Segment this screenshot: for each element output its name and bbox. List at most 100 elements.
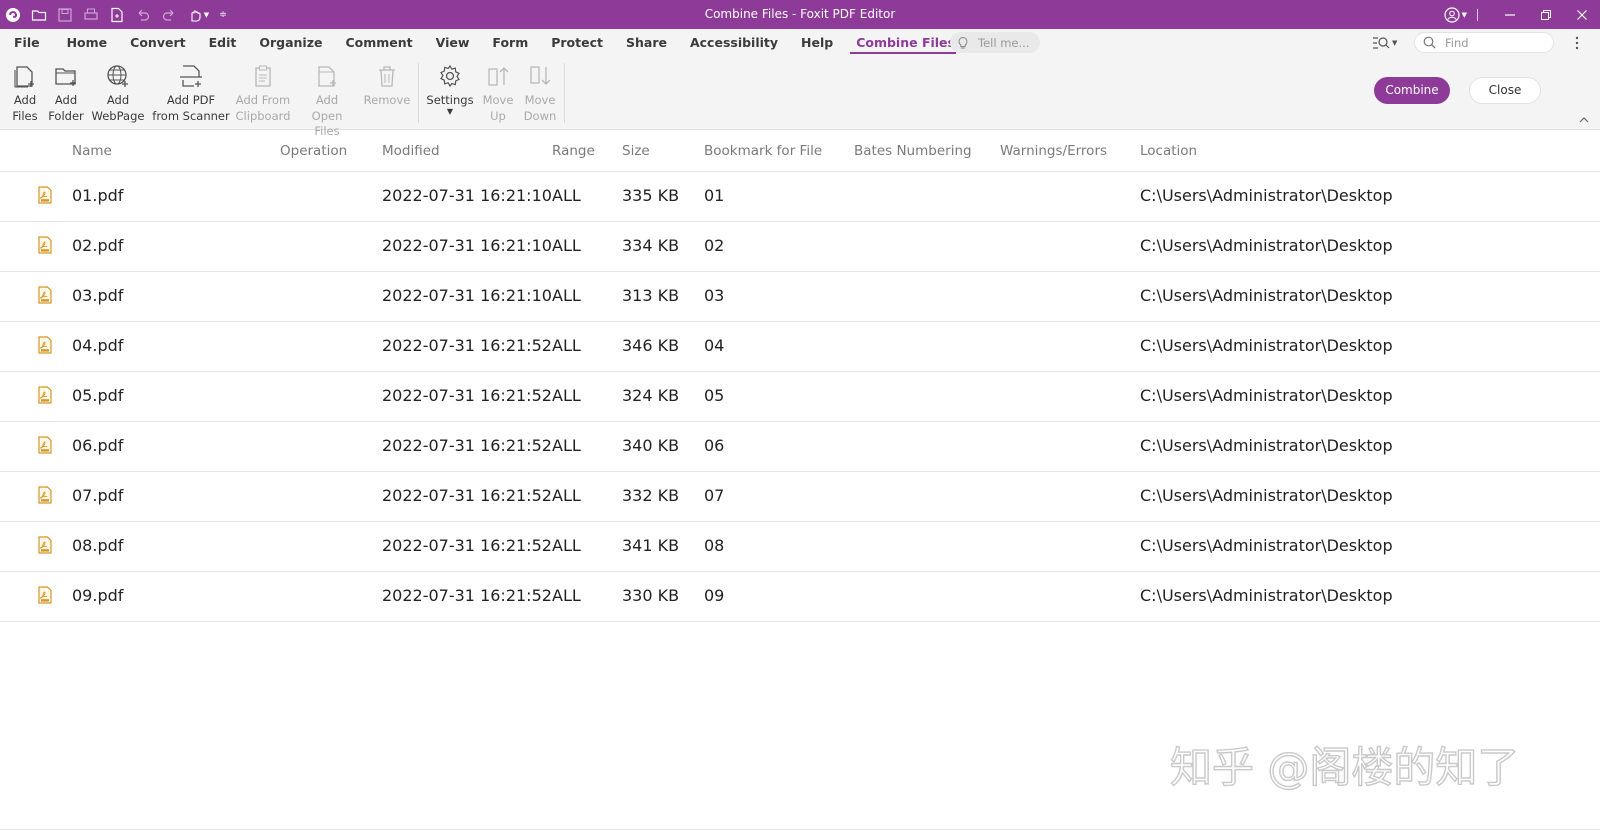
remove-button[interactable]: Remove [362, 61, 412, 109]
tab-file[interactable]: File [5, 29, 49, 57]
file-range[interactable]: ALL [552, 436, 581, 455]
file-location: C:\Users\Administrator\Desktop [1140, 186, 1393, 205]
file-bookmark[interactable]: 04 [704, 336, 724, 355]
table-row[interactable]: 06.pdf 2022-07-31 16:21:52 ALL 340 KB 06 C:\U… [0, 422, 1600, 472]
column-header-operation[interactable]: Operation [280, 143, 347, 159]
file-range[interactable]: ALL [552, 586, 581, 605]
file-bookmark[interactable]: 02 [704, 236, 724, 255]
tab-accessibility[interactable]: Accessibility [676, 29, 787, 57]
file-modified: 2022-07-31 16:21:52 [382, 586, 552, 605]
open-folder-icon[interactable] [26, 0, 52, 29]
column-header-bates[interactable]: Bates Numbering [854, 143, 972, 159]
tab-protect[interactable]: Protect [537, 29, 612, 57]
clipboard-icon [249, 61, 277, 91]
move-down-button[interactable]: Move Down [520, 61, 560, 124]
customize-qa-icon[interactable]: ≑ [214, 0, 232, 29]
file-bookmark[interactable]: 03 [704, 286, 724, 305]
add-clipboard-label-2: Clipboard [235, 108, 291, 123]
table-row[interactable]: 04.pdf 2022-07-31 16:21:52 ALL 346 KB 04 C:\U… [0, 322, 1600, 372]
file-name: 09.pdf [72, 586, 124, 605]
file-location: C:\Users\Administrator\Desktop [1140, 436, 1393, 455]
file-range[interactable]: ALL [552, 386, 581, 405]
add-files-button[interactable]: Add Files [8, 61, 42, 124]
tab-combine-files[interactable]: Combine Files [842, 29, 964, 57]
column-header-name[interactable]: Name [72, 143, 112, 159]
tab-comment[interactable]: Comment [331, 29, 421, 57]
table-row[interactable]: 08.pdf 2022-07-31 16:21:52 ALL 341 KB 08 C:\U… [0, 522, 1600, 572]
table-row[interactable]: 07.pdf 2022-07-31 16:21:52 ALL 332 KB 07 C:\U… [0, 472, 1600, 522]
tab-view[interactable]: View [422, 29, 479, 57]
file-size: 324 KB [622, 386, 680, 405]
settings-button[interactable]: Settings ▼ [424, 61, 476, 115]
combine-button[interactable]: Combine [1374, 77, 1450, 104]
file-modified: 2022-07-31 16:21:52 [382, 386, 552, 405]
settings-dropdown-icon: ▼ [446, 106, 454, 116]
file-name: 06.pdf [72, 436, 124, 455]
file-bookmark[interactable]: 01 [704, 186, 724, 205]
tab-form[interactable]: Form [478, 29, 537, 57]
file-range[interactable]: ALL [552, 236, 581, 255]
file-bookmark[interactable]: 05 [704, 386, 724, 405]
more-options-icon[interactable] [1570, 34, 1584, 52]
minimize-icon[interactable] [1492, 0, 1528, 29]
close-icon[interactable] [1564, 0, 1600, 29]
undo-icon[interactable] [130, 0, 156, 29]
pdf-file-icon [38, 236, 52, 254]
tab-home[interactable]: Home [49, 29, 117, 57]
file-bookmark[interactable]: 08 [704, 536, 724, 555]
file-bookmark[interactable]: 07 [704, 486, 724, 505]
column-header-bookmark[interactable]: Bookmark for File [704, 143, 822, 159]
file-location: C:\Users\Administrator\Desktop [1140, 486, 1393, 505]
collapse-ribbon-icon[interactable] [1577, 114, 1591, 126]
read-mode-icon[interactable]: ▼ [1372, 34, 1397, 52]
file-bookmark[interactable]: 06 [704, 436, 724, 455]
move-up-button[interactable]: Move Up [480, 61, 516, 124]
scanner-icon [177, 61, 205, 91]
ribbon-separator-2 [564, 63, 565, 123]
file-bookmark[interactable]: 09 [704, 586, 724, 605]
table-row[interactable]: 02.pdf 2022-07-31 16:21:10 ALL 334 KB 02 C:\U… [0, 222, 1600, 272]
new-pdf-icon[interactable] [104, 0, 130, 29]
pdf-file-icon [38, 536, 52, 554]
table-body: 01.pdf 2022-07-31 16:21:10 ALL 335 KB 01 C:\U… [0, 172, 1600, 622]
column-header-location[interactable]: Location [1140, 143, 1197, 159]
column-header-modified[interactable]: Modified [382, 143, 440, 159]
print-icon[interactable] [78, 0, 104, 29]
file-range[interactable]: ALL [552, 486, 581, 505]
restore-icon[interactable] [1528, 0, 1564, 29]
file-range[interactable]: ALL [552, 286, 581, 305]
file-location: C:\Users\Administrator\Desktop [1140, 236, 1393, 255]
tab-organize[interactable]: Organize [245, 29, 331, 57]
file-size: 346 KB [622, 336, 680, 355]
tab-help[interactable]: Help [787, 29, 842, 57]
table-row[interactable]: 01.pdf 2022-07-31 16:21:10 ALL 335 KB 01 C:\U… [0, 172, 1600, 222]
account-icon[interactable]: ▼ [1444, 6, 1467, 23]
foxit-logo-icon[interactable] [0, 0, 26, 29]
add-folder-button[interactable]: Add Folder [48, 61, 84, 124]
table-row[interactable]: 09.pdf 2022-07-31 16:21:52 ALL 330 KB 09 C:\U… [0, 572, 1600, 622]
add-webpage-button[interactable]: Add WebPage [90, 61, 146, 124]
tab-share[interactable]: Share [612, 29, 676, 57]
tab-edit[interactable]: Edit [195, 29, 246, 57]
find-input[interactable]: Find [1414, 32, 1554, 53]
file-modified: 2022-07-31 16:21:52 [382, 436, 552, 455]
file-range[interactable]: ALL [552, 536, 581, 555]
table-row[interactable]: 03.pdf 2022-07-31 16:21:10 ALL 313 KB 03 C:\U… [0, 272, 1600, 322]
tell-me-search[interactable]: Tell me... [950, 32, 1040, 53]
file-range[interactable]: ALL [552, 186, 581, 205]
tab-convert[interactable]: Convert [116, 29, 194, 57]
add-pdf-from-scanner-button[interactable]: Add PDF from Scanner [152, 61, 230, 124]
add-from-clipboard-button[interactable]: Add From Clipboard [234, 61, 292, 124]
lightbulb-icon [958, 36, 968, 48]
hand-tool-icon[interactable]: ▼ [182, 0, 214, 29]
file-location: C:\Users\Administrator\Desktop [1140, 586, 1393, 605]
redo-icon[interactable] [156, 0, 182, 29]
column-header-warnings[interactable]: Warnings/Errors [1000, 143, 1107, 159]
column-header-range[interactable]: Range [552, 143, 595, 159]
file-range[interactable]: ALL [552, 336, 581, 355]
add-open-files-button[interactable]: Add Open Files [298, 61, 356, 140]
table-row[interactable]: 05.pdf 2022-07-31 16:21:52 ALL 324 KB 05 C:\U… [0, 372, 1600, 422]
save-icon[interactable] [52, 0, 78, 29]
column-header-size[interactable]: Size [622, 143, 650, 159]
close-button[interactable]: Close [1469, 77, 1541, 104]
